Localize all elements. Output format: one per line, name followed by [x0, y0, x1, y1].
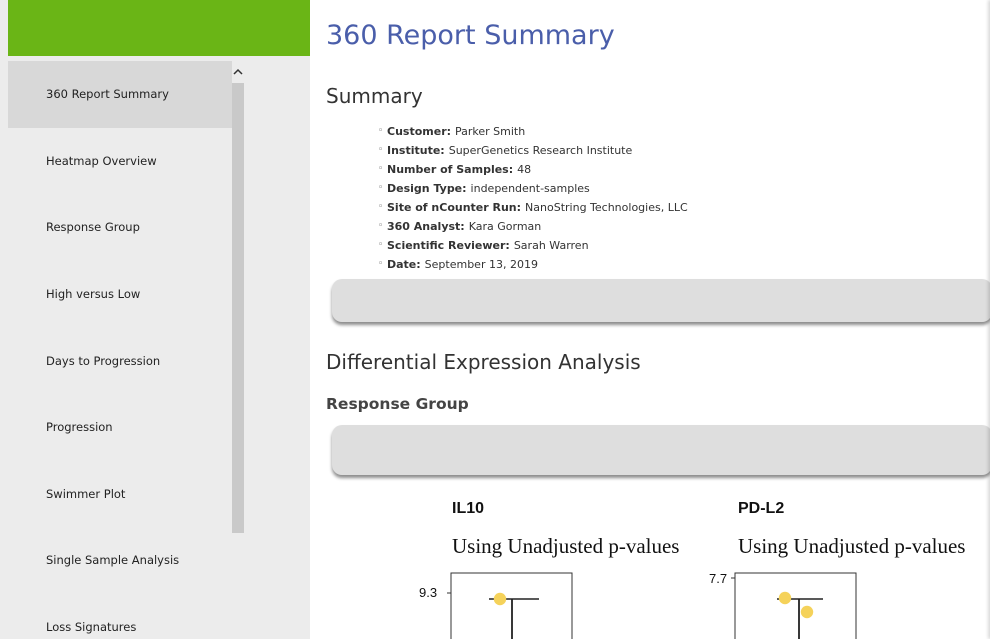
bullet-icon: ◦ — [378, 221, 384, 231]
sidebar-item-label: Heatmap Overview — [46, 153, 157, 168]
sidebar-item-360-report-summary[interactable]: 360 Report Summary — [8, 61, 232, 128]
plot-title-il10: IL10 — [452, 500, 485, 517]
y-tick-label: 9.3 — [419, 585, 437, 600]
summary-panel[interactable] — [332, 279, 990, 322]
sidebar-item-response-group[interactable]: Response Group — [8, 194, 232, 261]
plot-subtitle-il10: Using Unadjusted p-values — [452, 534, 680, 558]
plot-il10: 9.3 — [419, 572, 573, 639]
sidebar-item-label: Response Group — [46, 220, 140, 235]
summary-item-design-type: ◦ Design Type: independent-samples — [378, 179, 688, 198]
sidebar-item-label: Swimmer Plot — [46, 486, 126, 501]
sidebar-item-label: Single Sample Analysis — [46, 553, 180, 568]
scrollbar-thumb[interactable] — [232, 83, 244, 533]
bullet-icon: ◦ — [378, 145, 384, 155]
plot-subtitle-clip: Using Unadjusted p-values — [738, 534, 990, 564]
brand-header-bar — [8, 0, 310, 56]
summary-list: ◦ Customer: Parker Smith ◦ Institute: SuperG… — [378, 122, 688, 274]
sidebar-item-heatmap-overview[interactable]: Heatmap Overview — [8, 128, 232, 195]
plot-subtitle-clip: Using Unadjusted p-values — [452, 534, 702, 564]
sidebar-item-label: Days to Progression — [46, 353, 161, 368]
sidebar-item-single-sample-analysis[interactable]: Single Sample Analysis — [8, 527, 232, 594]
sidebar-item-label: High versus Low — [46, 287, 141, 302]
scroll-up-arrow-icon[interactable] — [232, 61, 244, 83]
summary-heading: Summary — [326, 84, 423, 108]
summary-item-number-of-samples: ◦ Number of Samples: 48 — [378, 160, 688, 179]
bullet-icon: ◦ — [378, 202, 384, 212]
response-group-panel[interactable] — [332, 425, 990, 475]
right-gutter — [990, 0, 998, 639]
plot-frame — [734, 572, 857, 639]
plot-pd-l2: 7.7 — [709, 571, 857, 639]
sidebar: 360 Report Summary Heatmap Overview Resp… — [0, 0, 310, 639]
data-point — [493, 592, 507, 606]
data-point — [800, 605, 814, 619]
summary-item-reviewer: ◦ Scientific Reviewer: Sarah Warren — [378, 236, 688, 255]
bullet-icon: ◦ — [378, 183, 384, 193]
sidebar-item-label: Loss Signatures — [46, 620, 137, 635]
summary-item-date: ◦ Date: September 13, 2019 — [378, 255, 688, 274]
bullet-icon: ◦ — [378, 164, 384, 174]
sidebar-item-progression[interactable]: Progression — [8, 394, 232, 461]
sidebar-scrollbar[interactable] — [232, 61, 244, 639]
sidebar-nav: 360 Report Summary Heatmap Overview Resp… — [8, 61, 232, 639]
bullet-icon: ◦ — [378, 126, 384, 136]
sidebar-item-loss-signatures[interactable]: Loss Signatures — [8, 594, 232, 639]
summary-item-analyst: ◦ 360 Analyst: Kara Gorman — [378, 217, 688, 236]
y-tick-label: 7.7 — [709, 571, 727, 586]
dea-heading: Differential Expression Analysis — [326, 350, 641, 374]
summary-item-institute: ◦ Institute: SuperGenetics Research Instit… — [378, 141, 688, 160]
sidebar-item-label: 360 Report Summary — [46, 87, 169, 102]
sidebar-item-label: Progression — [46, 420, 113, 435]
summary-item-customer: ◦ Customer: Parker Smith — [378, 122, 688, 141]
sidebar-item-swimmer-plot[interactable]: Swimmer Plot — [8, 461, 232, 528]
bullet-icon: ◦ — [378, 240, 384, 250]
plot-subtitle-pd-l2: Using Unadjusted p-values — [738, 534, 966, 558]
summary-item-site: ◦ Site of nCounter Run: NanoString Technol… — [378, 198, 688, 217]
data-point — [778, 591, 792, 605]
main-content: 360 Report Summary Summary ◦ Customer: Par… — [310, 0, 990, 639]
sidebar-item-high-versus-low[interactable]: High versus Low — [8, 261, 232, 328]
response-group-heading: Response Group — [326, 395, 469, 413]
plot-title-pd-l2: PD-L2 — [738, 500, 785, 517]
bullet-icon: ◦ — [378, 259, 384, 269]
page-title: 360 Report Summary — [326, 20, 615, 51]
sidebar-item-days-to-progression[interactable]: Days to Progression — [8, 327, 232, 394]
